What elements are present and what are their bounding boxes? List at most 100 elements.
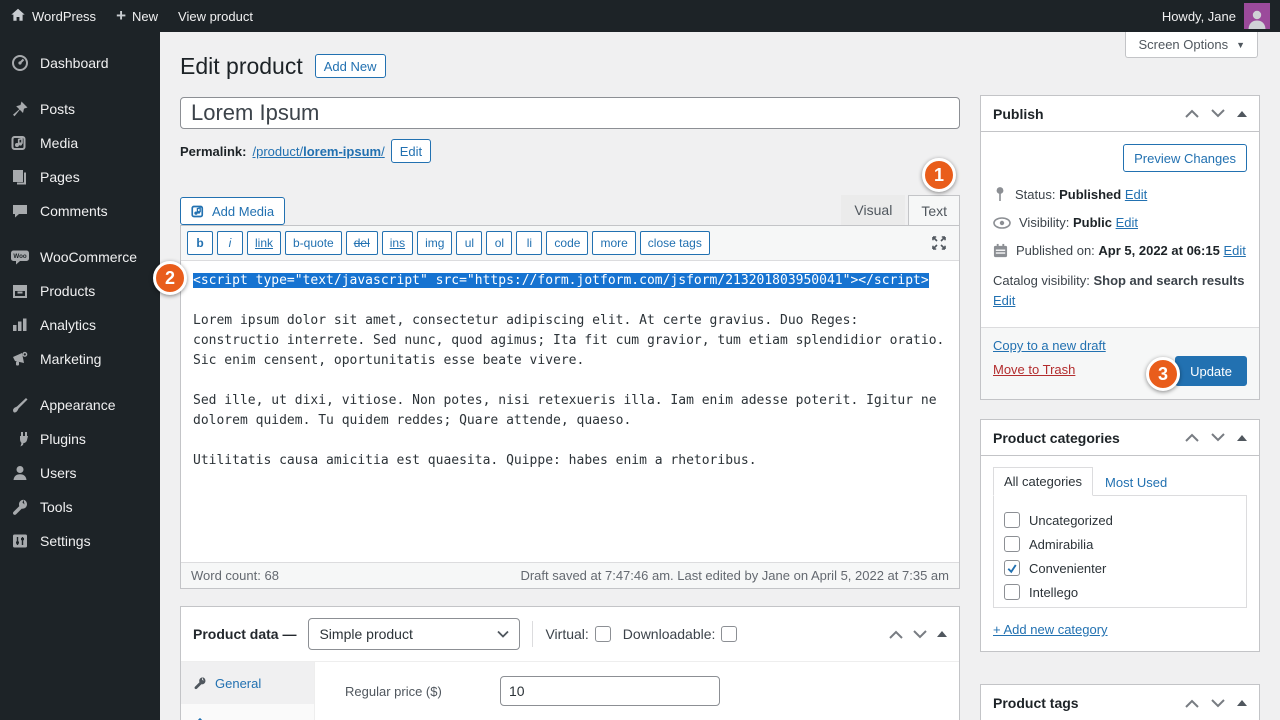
- virtual-checkbox[interactable]: [595, 626, 611, 642]
- tab-visual[interactable]: Visual: [841, 195, 905, 225]
- sidebar-item-woocommerce[interactable]: Woo WooCommerce: [0, 240, 160, 274]
- media-icon: [10, 134, 30, 152]
- view-product-menu[interactable]: View product: [168, 0, 263, 32]
- editor-paragraph: Sed ille, ut dixi, vitiose. Non potes, n…: [193, 391, 947, 431]
- sidebar-item-analytics[interactable]: Analytics: [0, 308, 160, 342]
- qt-ol-button[interactable]: ol: [486, 231, 512, 255]
- draft-status: Draft saved at 7:47:46 am. Last edited b…: [520, 568, 949, 583]
- sidebar-item-tools[interactable]: Tools: [0, 490, 160, 524]
- tab-text[interactable]: Text: [908, 195, 960, 225]
- qt-code-button[interactable]: code: [546, 231, 588, 255]
- category-checkbox[interactable]: [1004, 584, 1020, 600]
- wrench-icon: [193, 676, 207, 690]
- tags-box-title: Product tags: [993, 695, 1079, 711]
- highlighted-script-code: <script type="text/javascript" src="http…: [193, 273, 929, 288]
- sidebar-item-plugins[interactable]: Plugins: [0, 422, 160, 456]
- collapse-icon[interactable]: [937, 631, 947, 637]
- order-down-icon[interactable]: [913, 630, 927, 639]
- qt-bold-button[interactable]: b: [187, 231, 213, 255]
- regular-price-input[interactable]: [500, 676, 720, 706]
- qt-closetags-button[interactable]: close tags: [640, 231, 710, 255]
- product-categories-box: Product categories All categories Most U…: [980, 419, 1260, 652]
- sidebar-item-marketing[interactable]: Marketing: [0, 342, 160, 376]
- copy-draft-link[interactable]: Copy to a new draft: [993, 338, 1247, 353]
- permalink-edit-button[interactable]: Edit: [391, 139, 431, 163]
- category-checkbox[interactable]: [1004, 512, 1020, 528]
- sidebar-item-posts[interactable]: Posts: [0, 92, 160, 126]
- product-type-select[interactable]: Simple product: [308, 618, 520, 650]
- edit-status-link[interactable]: Edit: [1125, 187, 1147, 202]
- sidebar-item-products[interactable]: Products: [0, 274, 160, 308]
- sidebar-item-users[interactable]: Users: [0, 456, 160, 490]
- category-item: Intellego: [1004, 580, 1246, 604]
- product-data-panel: Product data — Simple product Virtual: D…: [180, 606, 960, 720]
- page-title: Edit product: [180, 53, 303, 80]
- permalink-url[interactable]: /product/lorem-ipsum/: [252, 144, 384, 159]
- editor-textarea[interactable]: <script type="text/javascript" src="http…: [181, 261, 959, 562]
- howdy-text[interactable]: Howdy, Jane: [1162, 9, 1236, 24]
- screen-options-button[interactable]: Screen Options ▼: [1125, 32, 1258, 58]
- qt-link-button[interactable]: link: [247, 231, 281, 255]
- order-down-icon[interactable]: [1211, 109, 1225, 118]
- qt-ins-button[interactable]: ins: [382, 231, 413, 255]
- order-down-icon[interactable]: [1211, 699, 1225, 708]
- category-list: Uncategorized Admirabilia Convenienter I…: [993, 495, 1247, 608]
- category-checkbox[interactable]: [1004, 560, 1020, 576]
- category-checkbox[interactable]: [1004, 536, 1020, 552]
- sidebar-item-media[interactable]: Media: [0, 126, 160, 160]
- collapse-icon[interactable]: [1237, 435, 1247, 441]
- add-new-button[interactable]: Add New: [315, 54, 386, 78]
- order-up-icon[interactable]: [889, 630, 903, 639]
- editor-paragraph: Utilitatis causa amicitia est quaesita. …: [193, 451, 947, 471]
- order-up-icon[interactable]: [1185, 433, 1199, 442]
- new-menu[interactable]: + New: [106, 0, 168, 32]
- sidebar-item-dashboard[interactable]: Dashboard: [0, 46, 160, 80]
- order-up-icon[interactable]: [1185, 699, 1199, 708]
- edit-visibility-link[interactable]: Edit: [1116, 215, 1138, 230]
- qt-bquote-button[interactable]: b-quote: [285, 231, 342, 255]
- edit-catalog-link[interactable]: Edit: [993, 293, 1015, 308]
- sidebar-item-comments[interactable]: Comments: [0, 194, 160, 228]
- main-content: Screen Options ▼ Edit product Add New Pe…: [160, 32, 1280, 720]
- megaphone-icon: [10, 350, 30, 368]
- quicktags-toolbar: b i link b-quote del ins img ul ol li co…: [181, 226, 959, 261]
- tab-all-categories[interactable]: All categories: [993, 467, 1093, 496]
- qt-ul-button[interactable]: ul: [456, 231, 482, 255]
- add-new-category-link[interactable]: + Add new category: [993, 622, 1108, 637]
- sidebar-item-settings[interactable]: Settings: [0, 524, 160, 558]
- product-data-tabs: General Inventory: [181, 662, 315, 720]
- qt-del-button[interactable]: del: [346, 231, 378, 255]
- product-title-input[interactable]: [180, 97, 960, 129]
- qt-li-button[interactable]: li: [516, 231, 542, 255]
- preview-changes-button[interactable]: Preview Changes: [1123, 144, 1247, 172]
- site-name: WordPress: [32, 9, 96, 24]
- admin-sidebar: Dashboard Posts Media Pages Comments Woo…: [0, 32, 160, 720]
- avatar[interactable]: [1244, 3, 1270, 29]
- sidebar-item-pages[interactable]: Pages: [0, 160, 160, 194]
- update-button[interactable]: Update: [1175, 356, 1247, 386]
- tab-general[interactable]: General: [181, 662, 314, 704]
- comments-icon: [10, 202, 30, 220]
- product-tags-box: Product tags: [980, 684, 1260, 720]
- tab-inventory[interactable]: Inventory: [181, 704, 314, 720]
- product-data-title: Product data —: [193, 626, 296, 642]
- downloadable-checkbox[interactable]: [721, 626, 737, 642]
- site-menu[interactable]: WordPress: [0, 0, 106, 32]
- add-media-button[interactable]: Add Media: [180, 197, 285, 225]
- word-count: Word count: 68: [191, 568, 279, 583]
- qt-italic-button[interactable]: i: [217, 231, 243, 255]
- qt-img-button[interactable]: img: [417, 231, 452, 255]
- edit-published-link[interactable]: Edit: [1223, 243, 1245, 258]
- sidebar-item-appearance[interactable]: Appearance: [0, 388, 160, 422]
- fullscreen-icon[interactable]: [931, 235, 947, 251]
- collapse-icon[interactable]: [1237, 111, 1247, 117]
- qt-more-button[interactable]: more: [592, 231, 635, 255]
- category-item: Uncategorized: [1004, 508, 1246, 532]
- svg-text:Woo: Woo: [13, 253, 27, 260]
- chevron-down-icon: [497, 630, 509, 638]
- tab-most-used[interactable]: Most Used: [1093, 469, 1179, 496]
- order-down-icon[interactable]: [1211, 433, 1225, 442]
- collapse-icon[interactable]: [1237, 700, 1247, 706]
- products-icon: [10, 282, 30, 300]
- order-up-icon[interactable]: [1185, 109, 1199, 118]
